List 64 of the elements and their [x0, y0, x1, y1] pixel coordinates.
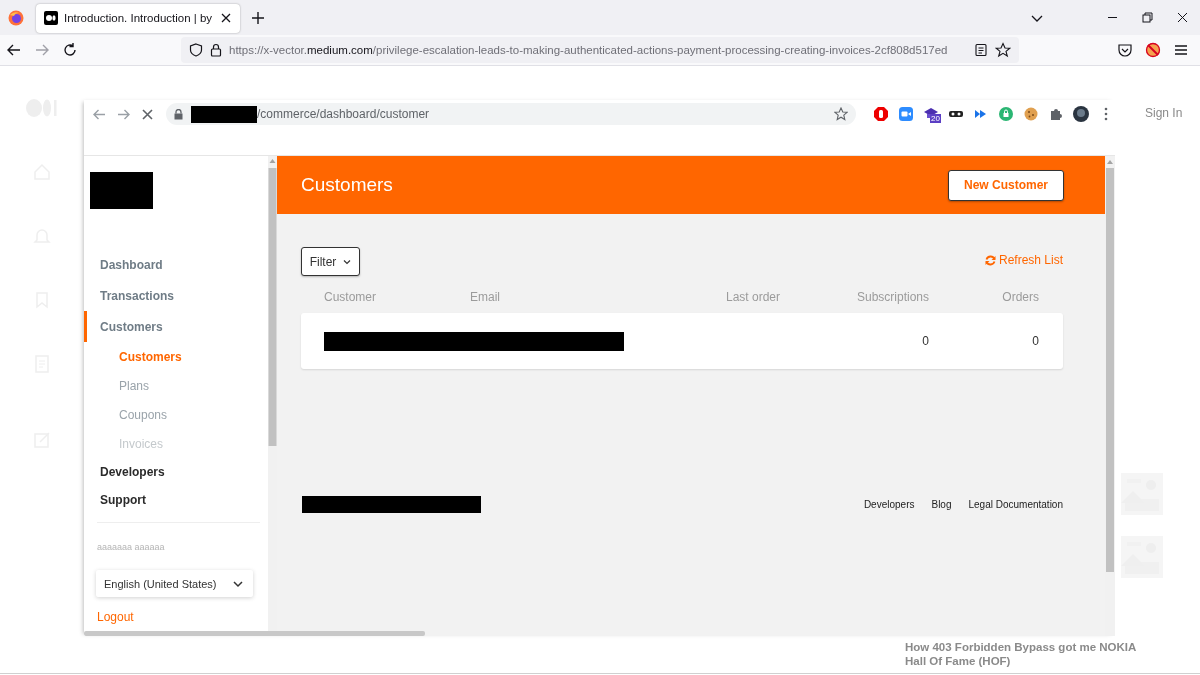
- page-title: Customers: [301, 174, 393, 196]
- refresh-list-link[interactable]: Refresh List: [984, 253, 1063, 267]
- new-tab-plus-icon[interactable]: [250, 9, 267, 26]
- lock-circle-icon[interactable]: [998, 106, 1014, 122]
- column-header[interactable]: Last order: [726, 290, 836, 304]
- stop-sign-icon[interactable]: [873, 106, 889, 122]
- url-text: https://x-vector.medium.com/privilege-escalation-leads-to-making-authenticated-actions-payment-processing-creating-invoices-2cf808d517ed: [229, 44, 949, 56]
- address-bar[interactable]: https://x-vector.medium.com/privilege-escalation-leads-to-making-authenticated-actions-payment-processing-creating-invoices-2cf808d517ed: [181, 37, 1019, 63]
- article-title[interactable]: How 403 Forbidden Bypass got me NOKIA Hall Of Fame (HOF): [905, 640, 1155, 673]
- column-header[interactable]: Orders: [1002, 290, 1039, 304]
- footer-link[interactable]: Blog: [931, 499, 952, 510]
- reload-icon[interactable]: [62, 42, 78, 58]
- column-header[interactable]: Email: [470, 290, 726, 304]
- redaction-block: [191, 105, 257, 123]
- browser-tab[interactable]: Introduction. Introduction | by: [36, 3, 241, 33]
- restore-icon[interactable]: [1140, 10, 1155, 25]
- language-label: English (United States): [104, 577, 217, 590]
- firefox-logo-icon: [8, 9, 24, 26]
- video-camera-icon[interactable]: [898, 106, 914, 122]
- sidebar-scrollbar[interactable]: [268, 156, 277, 446]
- new-customer-button[interactable]: New Customer: [948, 169, 1064, 201]
- shield-icon[interactable]: [189, 43, 203, 57]
- redaction-block: [90, 172, 153, 209]
- sidebar-subitem[interactable]: Coupons: [84, 400, 268, 429]
- vertical-scrollbar[interactable]: [1105, 156, 1115, 636]
- pocket-icon[interactable]: [1117, 42, 1133, 58]
- sidebar-nav-item[interactable]: Support: [84, 486, 268, 514]
- close-icon[interactable]: [1175, 10, 1190, 25]
- sidebar-nav-item[interactable]: Transactions: [84, 280, 268, 311]
- sign-in-link[interactable]: Sign In: [1145, 106, 1183, 120]
- puzzle-piece-icon[interactable]: [1048, 106, 1064, 122]
- refresh-icon: [984, 254, 996, 266]
- table-cell: 0: [1032, 334, 1039, 348]
- back-arrow-icon[interactable]: [6, 42, 22, 58]
- extension-icon[interactable]: [1145, 42, 1161, 58]
- sidebar-subitem[interactable]: Plans: [84, 371, 268, 400]
- column-header[interactable]: Subscriptions: [856, 290, 929, 304]
- address-bar[interactable]: /commerce/dashboard/customer: [166, 103, 856, 125]
- tab-title: Introduction. Introduction | by: [64, 12, 213, 24]
- avatar-icon[interactable]: [1073, 106, 1089, 122]
- star-icon[interactable]: [995, 42, 1011, 58]
- menu-icon[interactable]: [1173, 42, 1189, 58]
- logout-link[interactable]: Logout: [97, 610, 134, 624]
- cookie-icon[interactable]: [1023, 106, 1039, 122]
- sidebar-nav-item[interactable]: Developers: [84, 458, 268, 486]
- footer-link[interactable]: Legal Documentation: [968, 499, 1063, 510]
- sidebar-subitem[interactable]: Customers: [84, 342, 268, 371]
- horizontal-scrollbar[interactable]: [84, 631, 425, 636]
- reader-view-icon[interactable]: [974, 43, 988, 57]
- table-cell: 0: [922, 334, 929, 348]
- language-select[interactable]: English (United States): [96, 570, 253, 597]
- chevron-down-icon: [343, 257, 352, 266]
- sidebar-nav-item[interactable]: Dashboard: [84, 249, 268, 280]
- star-icon[interactable]: [834, 107, 848, 121]
- filter-button[interactable]: Filter: [301, 247, 360, 276]
- account-name: aaaaaaa aaaaaa: [97, 542, 166, 552]
- lock-icon[interactable]: [210, 43, 222, 57]
- column-header[interactable]: Customer: [324, 290, 470, 304]
- medium-favicon-icon: [44, 11, 58, 25]
- extension-badge: 20: [930, 114, 941, 123]
- url-text: /commerce/dashboard/customer: [257, 107, 431, 121]
- stop-icon[interactable]: [140, 106, 155, 122]
- table-row[interactable]: 0 0: [301, 313, 1063, 369]
- footer-link[interactable]: Developers: [863, 499, 915, 510]
